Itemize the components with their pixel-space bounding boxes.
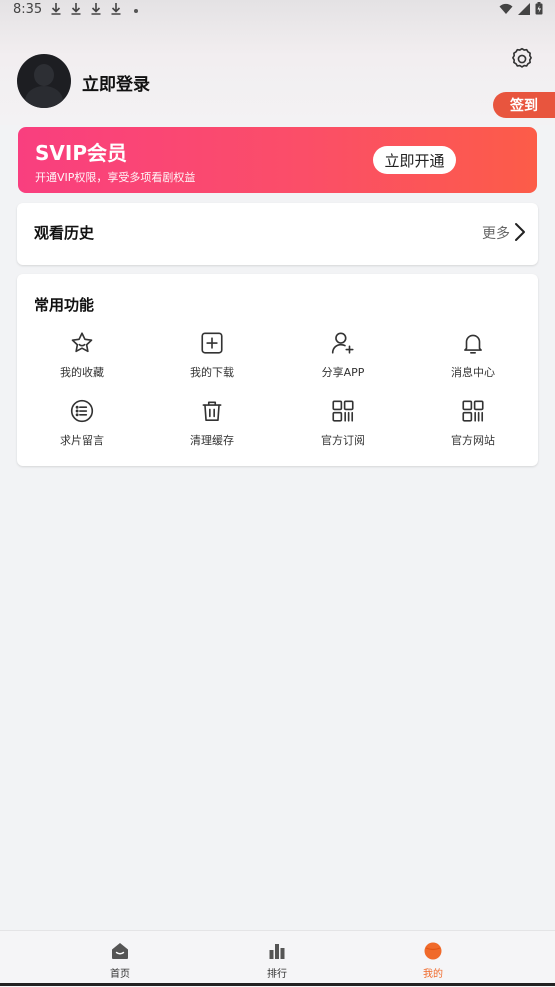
function-label: 官方网站: [451, 434, 495, 447]
signin-button[interactable]: 签到: [493, 92, 555, 118]
open-vip-button[interactable]: 立即开通: [373, 146, 456, 174]
avatar-head-shape: [34, 64, 54, 86]
official-subscription-button[interactable]: 官方订阅: [278, 398, 408, 458]
notification-dot-icon: [134, 9, 138, 13]
function-label: 消息中心: [451, 366, 495, 379]
clear-cache-button[interactable]: 清理缓存: [147, 398, 277, 458]
trash-icon: [202, 401, 222, 422]
share-app-button[interactable]: 分享APP: [278, 330, 408, 390]
tab-label: 我的: [423, 969, 443, 980]
bar-chart-icon: [269, 944, 285, 959]
chevron-right-icon[interactable]: [514, 222, 526, 242]
request-message-button[interactable]: 求片留言: [17, 398, 147, 458]
star-icon: [71, 332, 93, 353]
status-time: 8:35: [13, 2, 43, 17]
download-icon: [70, 2, 82, 15]
functions-title: 常用功能: [34, 296, 95, 314]
tab-label: 排行: [267, 969, 287, 980]
svip-banner[interactable]: SVIP会员 开通VIP权限，享受多项看剧权益 立即开通: [18, 127, 537, 193]
plus-square-icon: [201, 332, 223, 354]
profile-ball-icon: [424, 942, 442, 960]
downloads-button[interactable]: 我的下载: [147, 330, 277, 390]
battery-icon: [535, 2, 543, 15]
function-label: 分享APP: [321, 366, 365, 379]
svip-title: SVIP会员: [35, 141, 127, 165]
download-icon: [110, 2, 122, 15]
function-label: 清理缓存: [190, 434, 234, 447]
download-icon: [50, 2, 62, 15]
signal-icon: [518, 2, 530, 15]
watch-history-card[interactable]: 观看历史 更多: [17, 203, 538, 265]
qr-grid-icon: [462, 400, 484, 422]
list-circle-icon: [70, 399, 94, 423]
function-label: 官方订阅: [321, 434, 365, 447]
tab-mine[interactable]: 我的: [393, 931, 473, 981]
download-icon: [90, 2, 102, 15]
function-label: 我的收藏: [60, 366, 104, 379]
history-title: 观看历史: [34, 224, 95, 242]
download-notifications: [50, 2, 122, 15]
tab-home[interactable]: 首页: [80, 931, 160, 981]
bell-icon: [464, 334, 482, 354]
status-bar: 8:35: [0, 0, 555, 20]
wifi-icon: [499, 3, 513, 14]
favorites-button[interactable]: 我的收藏: [17, 330, 147, 390]
system-icons: [499, 2, 543, 15]
function-label: 我的下载: [190, 366, 234, 379]
svip-subtitle: 开通VIP权限，享受多项看剧权益: [35, 171, 196, 184]
official-website-button[interactable]: 官方网站: [408, 398, 538, 458]
login-link[interactable]: 立即登录: [82, 70, 150, 95]
function-label: 求片留言: [60, 434, 104, 447]
gear-icon[interactable]: [509, 46, 535, 72]
message-center-button[interactable]: 消息中心: [408, 330, 538, 390]
tab-ranking[interactable]: 排行: [237, 931, 317, 981]
history-more-link[interactable]: 更多: [482, 223, 510, 243]
tab-label: 首页: [110, 969, 130, 980]
common-functions-card: 常用功能 我的收藏 我的下载 分享APP 消息中心 求片留言 清理缓存 官方订阅…: [17, 274, 538, 466]
avatar[interactable]: [17, 54, 71, 108]
bottom-tab-bar: 首页 排行 我的: [0, 930, 555, 987]
qr-grid-icon: [332, 400, 354, 422]
add-user-icon: [331, 332, 354, 354]
home-icon: [112, 943, 128, 959]
avatar-body-shape: [25, 86, 63, 108]
